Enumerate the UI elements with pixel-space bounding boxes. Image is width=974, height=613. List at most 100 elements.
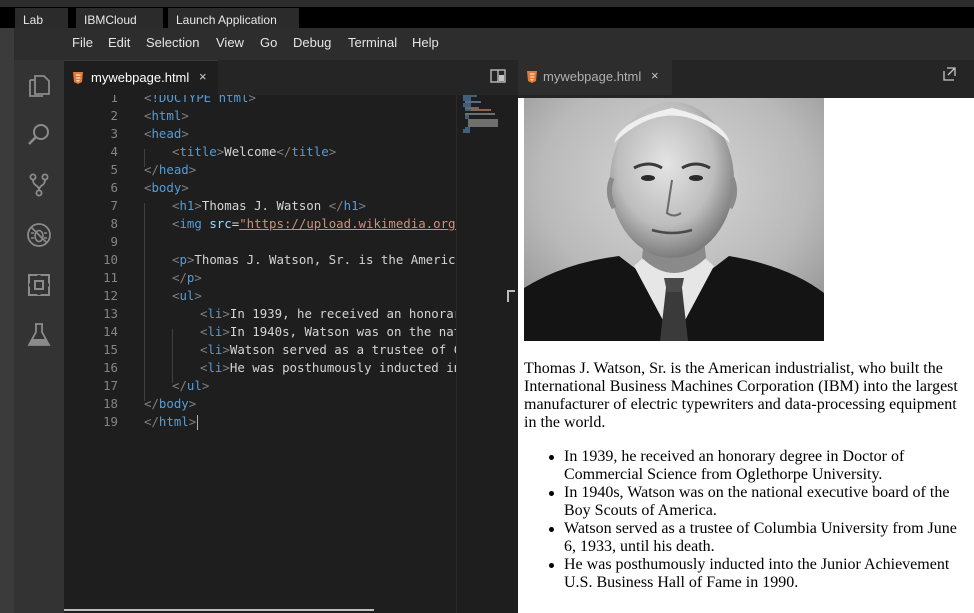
line-content: <img src="https://upload.wikimedia.org/ — [172, 216, 456, 231]
window-left-frame — [0, 28, 14, 613]
line-content: <body> — [144, 180, 189, 195]
browser-tab-lab[interactable]: Lab — [15, 8, 68, 28]
code-line[interactable]: 19 </html> — [64, 413, 456, 431]
code-line[interactable]: 16 <li>He was posthumously inducted in — [64, 359, 456, 377]
code-line[interactable]: 5 </head> — [64, 161, 456, 179]
code-area[interactable]: 1 <!DOCTYPE html> 2 <html> 3 <head> 4 <title>We… — [64, 95, 456, 613]
line-content: <!DOCTYPE html> — [144, 95, 256, 105]
open-source-icon[interactable] — [942, 67, 956, 81]
html-file-icon — [73, 72, 83, 84]
line-content: <head> — [144, 126, 189, 141]
line-number: 8 — [110, 216, 118, 231]
code-line[interactable]: 13 <li>In 1939, he received an honorar — [64, 305, 456, 323]
preview-list: In 1939, he received an honorary degree … — [524, 448, 964, 592]
line-content: </ul> — [172, 378, 210, 393]
line-content: <li>In 1940s, Watson was on the nat — [200, 324, 456, 339]
line-number: 12 — [103, 288, 118, 303]
minimap[interactable] — [456, 95, 518, 613]
line-number: 6 — [110, 180, 118, 195]
editor-tab-label: mywebpage.html — [91, 70, 190, 85]
code-line[interactable]: 15 <li>Watson served as a trustee of C — [64, 341, 456, 359]
text-cursor — [197, 415, 199, 430]
line-number: 3 — [110, 126, 118, 141]
menu-file[interactable]: File — [72, 28, 93, 60]
code-line[interactable]: 4 <title>Welcome</title> — [64, 143, 456, 161]
code-line[interactable]: 2 <html> — [64, 107, 456, 125]
preview-tab-label: mywebpage.html — [543, 69, 642, 84]
code-line[interactable]: 3 <head> — [64, 125, 456, 143]
horizontal-scrollbar[interactable] — [64, 609, 374, 611]
watson-portrait-image — [524, 98, 824, 341]
browser-tab-strip: Lab IBMCloud Launch Application — [0, 0, 974, 28]
menu-bar: File Edit Selection View Go Debug Termin… — [14, 28, 974, 60]
preview-tab-bar: mywebpage.html × — [518, 60, 974, 98]
code-line[interactable]: 6 <body> — [64, 179, 456, 197]
line-number: 17 — [103, 378, 118, 393]
code-line[interactable]: 8 <img src="https://upload.wikimedia.org/ — [64, 215, 456, 233]
line-number: 19 — [103, 414, 118, 429]
editor-tab-mywebpage[interactable]: mywebpage.html × — [64, 60, 218, 95]
line-number: 11 — [103, 270, 118, 285]
code-line[interactable]: 18 </body> — [64, 395, 456, 413]
split-preview-icon[interactable] — [490, 69, 506, 83]
search-icon[interactable] — [26, 122, 52, 148]
line-number: 13 — [103, 306, 118, 321]
menu-debug[interactable]: Debug — [293, 28, 331, 60]
editor-tab-bar: mywebpage.html × — [64, 60, 518, 95]
menu-help[interactable]: Help — [412, 28, 439, 60]
debug-icon[interactable] — [26, 222, 52, 248]
line-number: 4 — [110, 144, 118, 159]
html-preview-pane: mywebpage.html × Thomas J. Watson, Sr. i… — [518, 60, 974, 613]
list-item: In 1940s, Watson was on the national exe… — [524, 484, 964, 520]
close-icon[interactable]: × — [651, 68, 659, 83]
preview-tab-mywebpage[interactable]: mywebpage.html × — [518, 60, 672, 95]
line-content: </html> — [144, 414, 199, 430]
code-line[interactable]: 7 <h1>Thomas J. Watson </h1> — [64, 197, 456, 215]
lab-flask-icon[interactable] — [26, 322, 52, 348]
html-file-icon — [527, 71, 537, 83]
activity-bar — [14, 60, 64, 613]
line-number: 16 — [103, 360, 118, 375]
line-content: <title>Welcome</title> — [172, 144, 337, 159]
line-number: 10 — [103, 252, 118, 267]
line-content: </head> — [144, 162, 197, 177]
list-item: In 1939, he received an honorary degree … — [524, 448, 964, 484]
code-line[interactable]: 9 — [64, 233, 456, 251]
menu-terminal[interactable]: Terminal — [348, 28, 397, 60]
code-line[interactable]: 1 <!DOCTYPE html> — [64, 95, 456, 107]
extensions-icon[interactable] — [26, 272, 52, 298]
code-line[interactable]: 17 </ul> — [64, 377, 456, 395]
preview-paragraph: Thomas J. Watson, Sr. is the American in… — [524, 360, 958, 431]
menu-selection[interactable]: Selection — [146, 28, 199, 60]
preview-document: Thomas J. Watson, Sr. is the American in… — [518, 98, 974, 613]
code-line[interactable]: 11 </p> — [64, 269, 456, 287]
browser-tab-ibmcloud[interactable]: IBMCloud — [76, 8, 163, 28]
top-border — [0, 0, 974, 7]
line-number: 9 — [110, 234, 118, 249]
menu-go[interactable]: Go — [260, 28, 277, 60]
line-content: <html> — [144, 108, 189, 123]
list-item: Watson served as a trustee of Columbia U… — [524, 520, 964, 556]
code-line[interactable]: 14 <li>In 1940s, Watson was on the nat — [64, 323, 456, 341]
split-sash[interactable] — [507, 290, 515, 302]
line-number: 1 — [110, 95, 118, 105]
browser-tab-label: IBMCloud — [84, 13, 137, 27]
browser-tab-label: Lab — [23, 13, 44, 27]
line-content: <p>Thomas J. Watson, Sr. is the America — [172, 252, 456, 267]
code-editor-group: mywebpage.html × 1 <!DOCTYPE html> 2 <html>… — [64, 60, 518, 613]
browser-tab-label: Launch Application — [176, 13, 277, 27]
menu-view[interactable]: View — [216, 28, 244, 60]
code-line[interactable]: 12 <ul> — [64, 287, 456, 305]
close-icon[interactable]: × — [199, 69, 207, 84]
files-icon[interactable] — [26, 73, 52, 99]
source-control-icon[interactable] — [26, 172, 52, 198]
line-content: <h1>Thomas J. Watson </h1> — [172, 198, 366, 213]
browser-tab-launch-application[interactable]: Launch Application — [168, 8, 299, 28]
line-number: 15 — [103, 342, 118, 357]
line-content: </p> — [172, 270, 202, 285]
list-item: He was posthumously inducted into the Ju… — [524, 556, 964, 592]
line-content: <li>He was posthumously inducted in — [200, 360, 456, 375]
line-content: <li>Watson served as a trustee of C — [200, 342, 456, 357]
code-line[interactable]: 10 <p>Thomas J. Watson, Sr. is the Americ… — [64, 251, 456, 269]
menu-edit[interactable]: Edit — [108, 28, 130, 60]
